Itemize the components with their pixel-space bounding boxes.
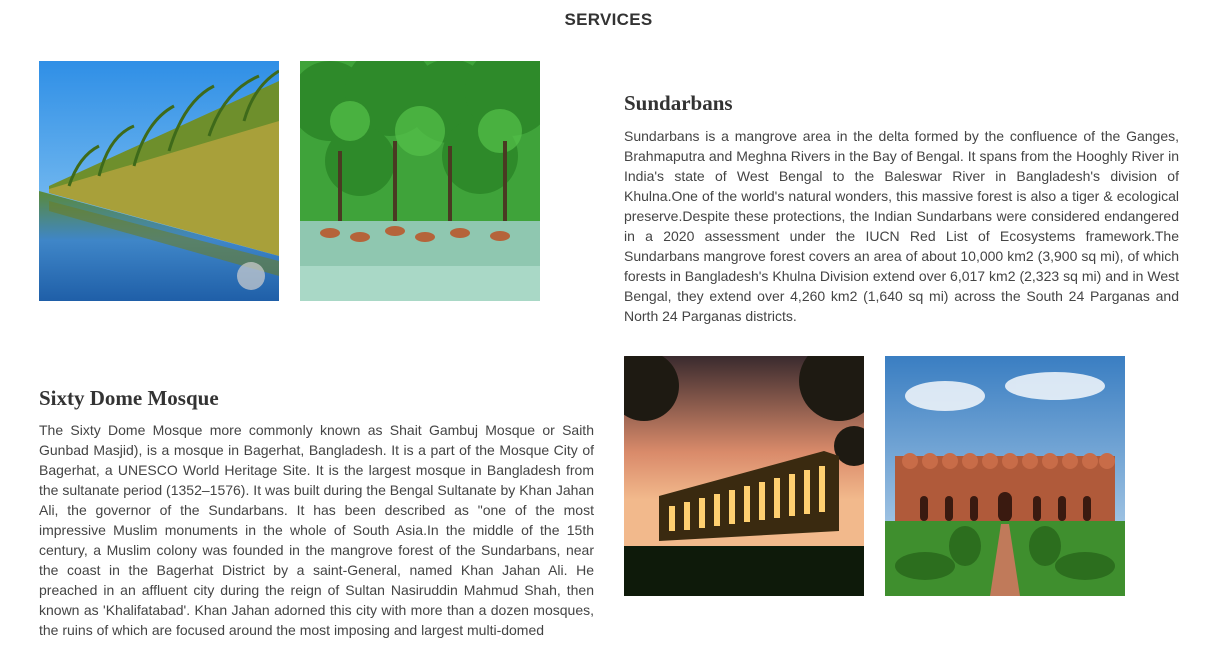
mangrove-river-photo	[39, 61, 279, 301]
sixty-dome-mosque-description: The Sixty Dome Mosque more commonly know…	[39, 422, 594, 638]
page-title: SERVICES	[564, 10, 653, 29]
deer-forest-photo	[300, 61, 540, 301]
sundarbans-description: Sundarbans is a mangrove area in the del…	[624, 128, 1179, 324]
sundarbans-heading: Sundarbans	[624, 91, 733, 115]
mosque-night-photo	[624, 356, 864, 596]
mosque-day-photo	[885, 356, 1125, 596]
sixty-dome-mosque-heading: Sixty Dome Mosque	[39, 386, 219, 410]
